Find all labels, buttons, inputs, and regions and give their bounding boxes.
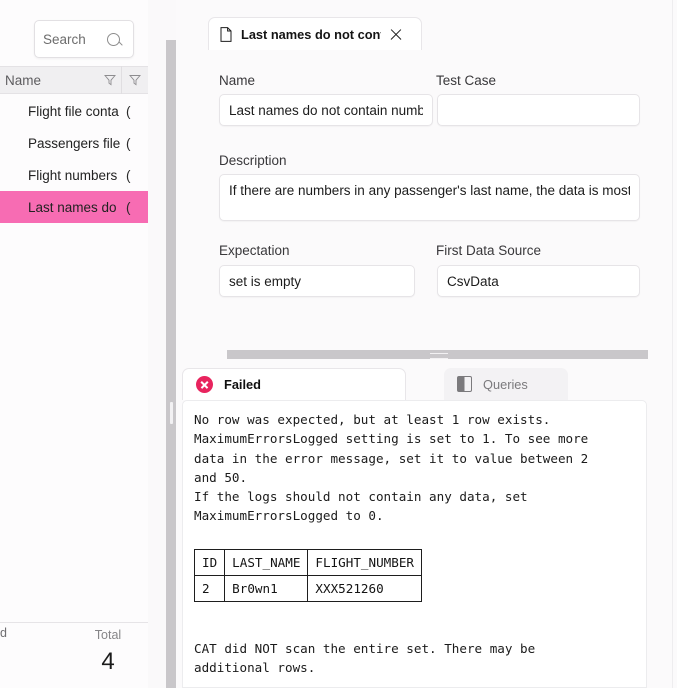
name-value: Last names do not contain numb	[229, 102, 423, 118]
row-name: Flight numbers	[28, 167, 118, 183]
tab-failed[interactable]: Failed	[182, 368, 406, 400]
result-output-pane[interactable]: No row was expected, but at least 1 row …	[182, 400, 647, 688]
row-extra: (	[126, 103, 131, 119]
table-header-cell: LAST_NAME	[224, 549, 309, 576]
description-field[interactable]: If there are numbers in any passenger's …	[219, 174, 640, 221]
result-data-table: ID LAST_NAME FLIGHT_NUMBER 2 Br0wn1 XXX5…	[193, 549, 422, 602]
row-extra: (	[126, 135, 131, 151]
row-extra: (	[126, 167, 131, 183]
grid-header-cell-name[interactable]: Name	[0, 66, 122, 94]
table-cell: Br0wn1	[224, 575, 309, 602]
row-name: Passengers file	[28, 135, 120, 151]
grid-header-cell-trailing[interactable]	[122, 66, 148, 94]
footer-total-value: 4	[101, 648, 115, 675]
description-value: If there are numbers in any passenger's …	[229, 183, 630, 198]
search-icon[interactable]	[107, 32, 120, 46]
first-data-source-field[interactable]: CsvData	[437, 265, 640, 297]
grid-header-name-label: Name	[5, 72, 42, 88]
search-input[interactable]	[43, 31, 107, 47]
vertical-splitter[interactable]	[166, 40, 176, 688]
tab-failed-label: Failed	[224, 377, 261, 392]
search-box[interactable]	[34, 20, 134, 58]
splitter-grip[interactable]	[169, 402, 173, 424]
footer-divider	[0, 622, 148, 623]
horizontal-splitter[interactable]	[227, 350, 648, 359]
test-list-panel: Name Flight file conta ( Passengers file…	[0, 0, 148, 688]
error-circle-x-icon	[196, 376, 213, 393]
document-page-icon	[220, 26, 232, 42]
splitter-grip[interactable]	[430, 352, 448, 359]
table-header-cell: FLIGHT_NUMBER	[307, 549, 422, 576]
name-label: Name	[219, 73, 256, 88]
filter-funnel-icon[interactable]	[129, 74, 141, 86]
row-extra: (	[126, 199, 131, 215]
panel-edge-divider	[672, 0, 673, 688]
test-list-rows: Flight file conta ( Passengers file ( Fl…	[0, 95, 148, 223]
table-row: 2 Br0wn1 XXX521260	[193, 575, 422, 602]
footer-total-label: Total	[94, 628, 122, 642]
close-icon[interactable]	[389, 27, 403, 41]
first-data-source-value: CsvData	[447, 273, 499, 289]
table-row[interactable]: Passengers file (	[0, 127, 148, 159]
test-detail-form: Name Last names do not contain numb Test…	[176, 50, 677, 346]
filter-funnel-icon[interactable]	[104, 74, 116, 86]
result-footnote: CAT did NOT scan the entire set. There m…	[194, 641, 536, 676]
expectation-field[interactable]: set is empty	[219, 265, 415, 297]
table-cell: 2	[193, 575, 226, 602]
footer-clipped-label: d	[0, 626, 7, 640]
tab-queries[interactable]: Queries	[444, 368, 568, 400]
row-name: Flight file conta	[28, 103, 119, 119]
grid-header-row: Name	[0, 66, 148, 94]
name-field[interactable]: Last names do not contain numb	[219, 94, 433, 126]
queries-half-square-icon	[457, 376, 472, 392]
result-tab-strip: Failed Queries	[176, 368, 677, 400]
table-header-row: ID LAST_NAME FLIGHT_NUMBER	[193, 549, 422, 576]
expectation-label: Expectation	[219, 243, 290, 258]
expectation-value: set is empty	[229, 273, 302, 289]
row-name: Last names do	[28, 199, 117, 215]
table-row-selected[interactable]: Last names do (	[0, 191, 148, 223]
table-row[interactable]: Flight numbers (	[0, 159, 148, 191]
table-row[interactable]: Flight file conta (	[0, 95, 148, 127]
test-case-label: Test Case	[436, 73, 497, 88]
test-case-field[interactable]	[437, 94, 640, 126]
tab-title: Last names do not contain num	[241, 26, 381, 42]
tab-queries-label: Queries	[483, 376, 528, 392]
first-data-source-label: First Data Source	[436, 243, 542, 258]
tab-last-names-do-not-contain-numbers[interactable]: Last names do not contain num	[208, 17, 422, 50]
table-header-cell: ID	[193, 549, 226, 576]
table-cell: XXX521260	[307, 575, 422, 602]
result-message: No row was expected, but at least 1 row …	[194, 412, 589, 524]
description-label: Description	[219, 153, 287, 168]
editor-panel: Last names do not contain num Name Last …	[176, 0, 677, 688]
document-tab-strip: Last names do not contain num	[176, 0, 677, 50]
